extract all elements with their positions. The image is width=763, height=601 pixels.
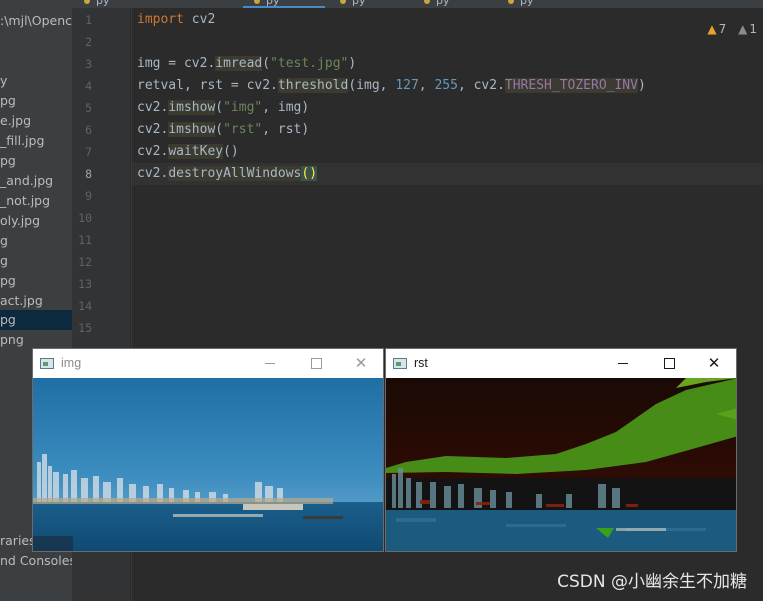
maximize-icon (663, 358, 675, 369)
line-number: 3 (85, 57, 92, 71)
minimize-button[interactable] (247, 349, 293, 378)
window-titlebar[interactable]: img ✕ (33, 349, 383, 378)
minimize-icon (265, 363, 275, 364)
minimize-button[interactable] (600, 349, 646, 378)
warning-triangle-icon: ▲ (707, 22, 717, 36)
line-number: 12 (78, 255, 92, 269)
line-number: 10 (78, 211, 92, 225)
window-app-icon (393, 358, 407, 369)
code-line-7[interactable]: cv2.waitKey() (137, 141, 239, 163)
line-number: 11 (78, 233, 92, 247)
tree-item-selected[interactable]: pg (0, 310, 72, 330)
tree-item[interactable]: _and.jpg (0, 171, 72, 191)
line-number: 1 (85, 13, 92, 27)
line-number: 13 (78, 277, 92, 291)
window-titlebar[interactable]: rst ✕ (386, 349, 736, 378)
line-number: 2 (85, 35, 92, 49)
maximize-icon (310, 358, 322, 369)
editor-tab[interactable]: py (84, 0, 110, 8)
minimize-icon (618, 363, 628, 364)
window-title: img (61, 356, 82, 370)
tree-item-scratches-consoles[interactable]: nd Consoles (0, 551, 72, 571)
code-line-6[interactable]: cv2.imshow("rst", rst) (137, 119, 309, 141)
inspection-widget[interactable]: ▲ 7 ▲ 1 (707, 22, 757, 36)
tree-item[interactable]: act.jpg (0, 291, 72, 311)
line-number: 6 (85, 123, 92, 137)
tree-item[interactable]: g (0, 231, 72, 251)
editor-tab-strip: py py py py py (0, 0, 763, 8)
close-icon: ✕ (707, 354, 721, 372)
editor-tab[interactable]: py (508, 0, 534, 8)
tree-item[interactable]: pg (0, 91, 72, 111)
editor-tab[interactable]: py (424, 0, 450, 8)
watermark: CSDN @小幽余生不加糖 (557, 572, 747, 592)
window-app-icon (40, 358, 54, 369)
editor-tab[interactable]: py (340, 0, 366, 8)
tree-item[interactable]: e.jpg (0, 111, 72, 131)
window-title: rst (414, 356, 428, 370)
tree-item[interactable]: pg (0, 151, 72, 171)
line-number: 7 (85, 145, 92, 159)
tree-item[interactable]: g (0, 251, 72, 271)
python-file-icon (340, 0, 346, 4)
tree-item[interactable]: oly.jpg (0, 211, 72, 231)
tree-item[interactable]: png (0, 330, 72, 350)
line-number: 5 (85, 101, 92, 115)
opencv-window-rst[interactable]: rst ✕ (385, 348, 737, 552)
line-number: 9 (85, 189, 92, 203)
code-line-3[interactable]: img = cv2.imread("test.jpg") (137, 53, 356, 75)
opencv-window-img[interactable]: img ✕ (32, 348, 384, 552)
line-number-current: 8 (85, 167, 92, 181)
line-number: 4 (85, 79, 92, 93)
python-file-icon (84, 0, 90, 4)
close-button[interactable]: ✕ (338, 349, 384, 378)
thresholded-image (386, 378, 736, 551)
close-icon: ✕ (354, 354, 368, 372)
tree-item[interactable]: _not.jpg (0, 191, 72, 211)
code-line-4[interactable]: retval, rst = cv2.threshold(img, 127, 25… (137, 75, 646, 97)
line-number: 14 (78, 299, 92, 313)
code-line-8[interactable]: cv2.destroyAllWindows() (137, 163, 318, 185)
close-button[interactable]: ✕ (691, 349, 737, 378)
tree-item[interactable]: pg (0, 271, 72, 291)
tree-item[interactable]: _fill.jpg (0, 131, 72, 151)
project-root-path[interactable]: :\mjl\Opencv (0, 11, 72, 31)
code-line-5[interactable]: cv2.imshow("img", img) (137, 97, 309, 119)
harbor-cityscape-image (33, 378, 383, 551)
python-file-icon (254, 0, 260, 4)
image-view-original (33, 378, 383, 551)
weak-warning-triangle-icon: ▲ (738, 22, 748, 36)
maximize-button[interactable] (646, 349, 692, 378)
line-number: 15 (78, 321, 92, 335)
python-file-icon (508, 0, 514, 4)
image-view-thresholded (386, 378, 736, 551)
maximize-button[interactable] (293, 349, 339, 378)
code-line-1[interactable]: import cv2 (137, 9, 215, 31)
tree-item[interactable]: y (0, 71, 72, 91)
python-file-icon (424, 0, 430, 4)
